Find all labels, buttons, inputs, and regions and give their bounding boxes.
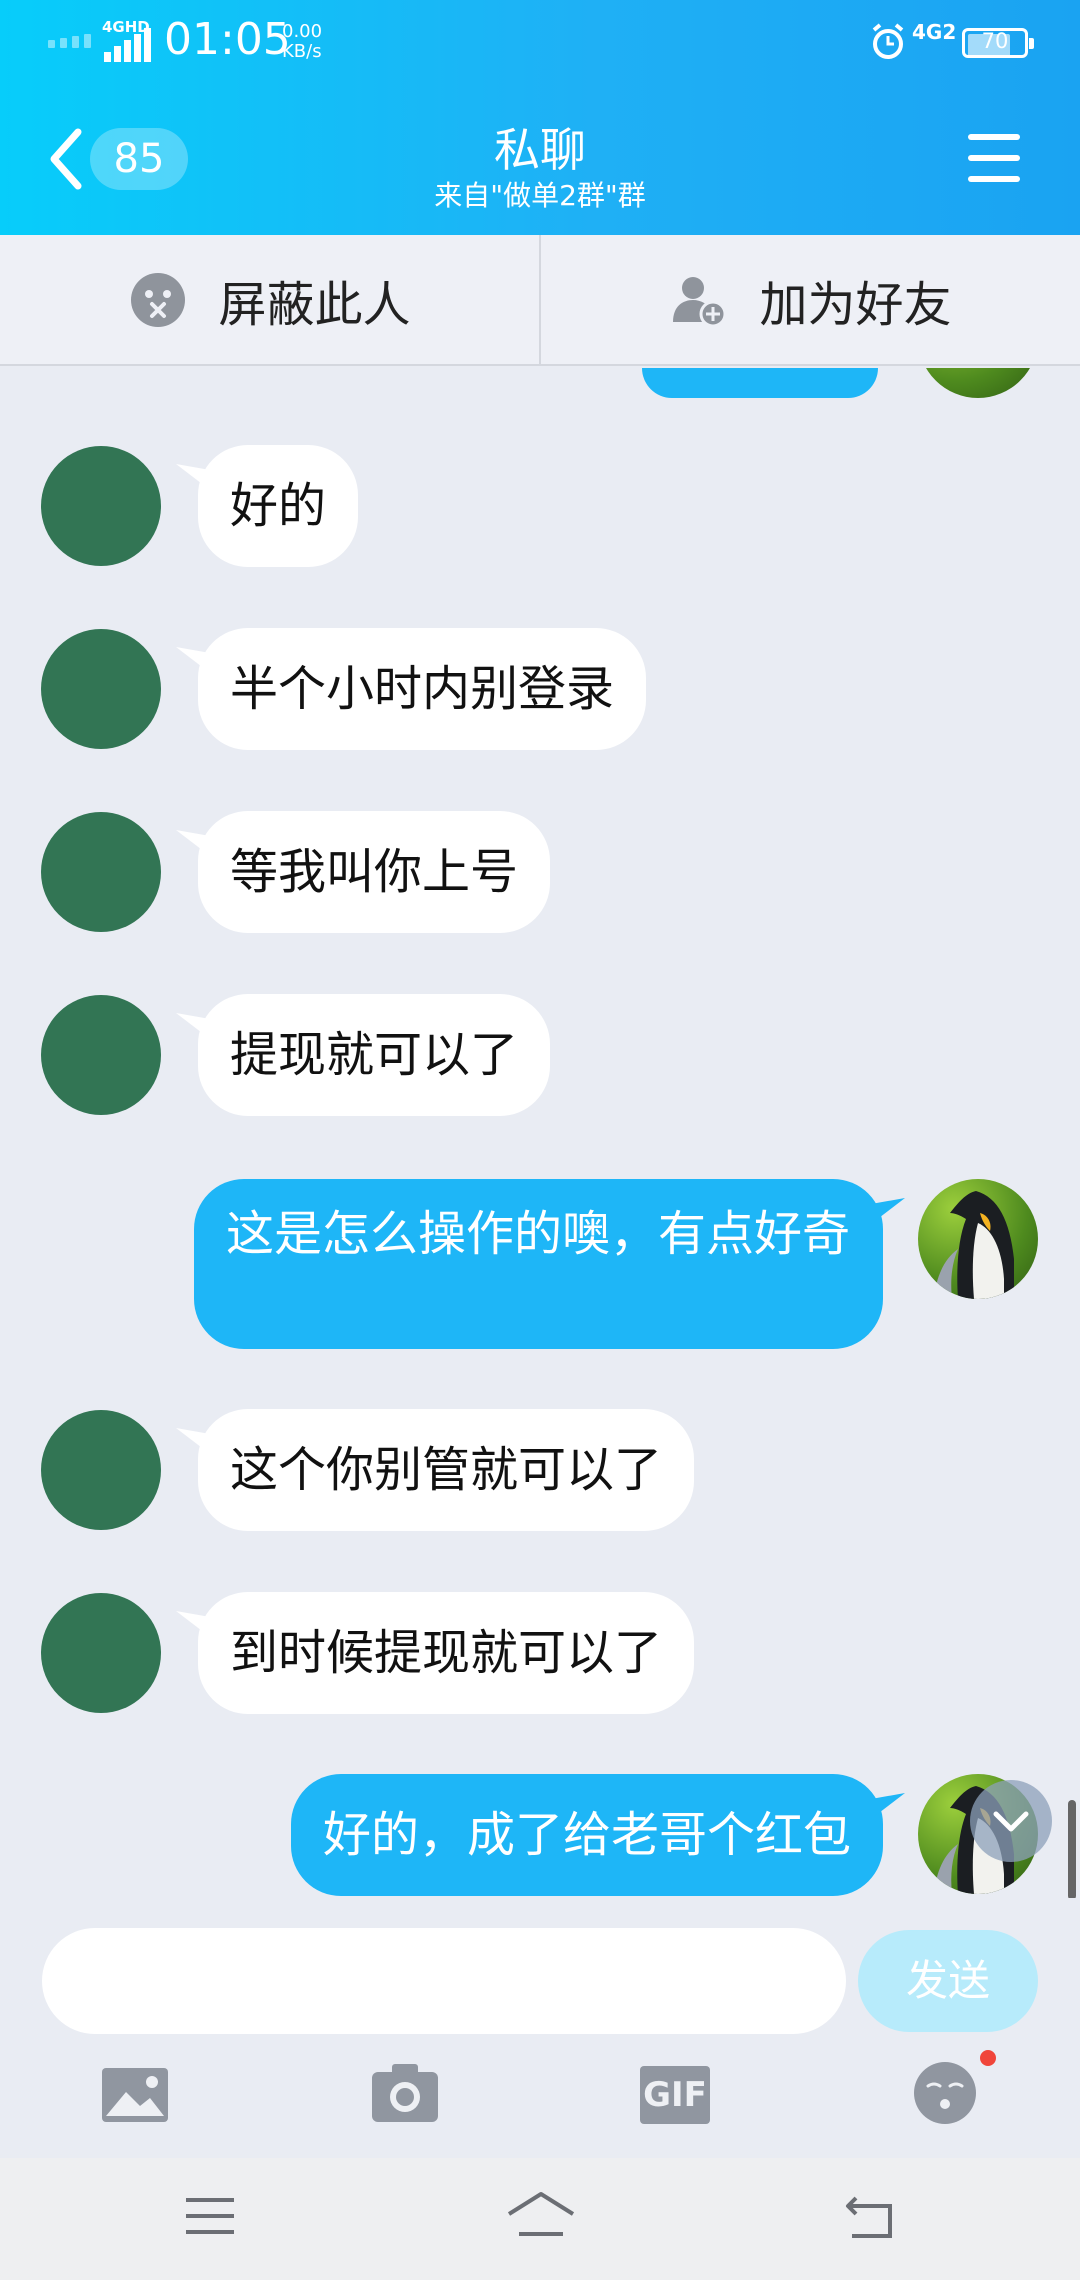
home-icon[interactable] xyxy=(505,2190,577,2240)
network-speed-value: 0.00 xyxy=(282,21,323,42)
alarm-icon xyxy=(872,23,904,59)
sender-avatar[interactable] xyxy=(41,1410,161,1530)
message-bubble[interactable]: 到时候提现就可以了 xyxy=(198,1592,695,1714)
network-speed: 0.00 KB/s xyxy=(282,22,322,62)
sender-avatar[interactable] xyxy=(41,995,161,1115)
system-navigation-bar xyxy=(0,2158,1080,2280)
sender-avatar[interactable] xyxy=(41,812,161,932)
message-list[interactable]: 好的 半个小时内别登录 等我叫你上号 提现就可以了 这是怎么操作的噢，有点好奇 … xyxy=(0,368,1080,1898)
penguin-avatar-icon xyxy=(934,1191,1014,1299)
clock: 01:05 xyxy=(164,14,291,65)
header: 4GHD 01:05 0.00 KB/s 4G2 70 85 私聊 来自"做单2… xyxy=(0,0,1080,235)
my-avatar[interactable] xyxy=(918,368,1038,398)
recent-apps-icon[interactable] xyxy=(184,2194,236,2238)
message-bubble[interactable]: 提现就可以了 xyxy=(198,994,551,1116)
message-bubble[interactable]: 这个你别管就可以了 xyxy=(198,1409,695,1531)
emoji-icon[interactable] xyxy=(912,2060,978,2126)
network-speed-unit: KB/s xyxy=(282,41,322,62)
page-subtitle: 来自"做单2群"群 xyxy=(434,179,646,212)
back-nav-icon[interactable] xyxy=(842,2194,894,2242)
block-user-label: 屏蔽此人 xyxy=(218,276,411,333)
page-title: 私聊 xyxy=(494,123,586,177)
sender-avatar[interactable] xyxy=(41,446,161,566)
block-user-button[interactable]: 屏蔽此人 xyxy=(0,235,541,364)
message-input[interactable] xyxy=(42,1928,846,2034)
gif-label: GIF xyxy=(640,2066,710,2124)
gif-icon[interactable]: GIF xyxy=(640,2066,710,2124)
network-type-label: 4GHD xyxy=(102,18,150,36)
message-bubble-partial xyxy=(642,368,878,398)
scroll-to-bottom-button[interactable] xyxy=(970,1780,1052,1862)
message-bubble[interactable]: 好的 xyxy=(198,445,359,567)
add-friend-button[interactable]: 加为好友 xyxy=(541,235,1080,364)
battery-icon: 70 xyxy=(962,28,1034,58)
my-avatar[interactable] xyxy=(918,1179,1038,1299)
message-bubble[interactable]: 半个小时内别登录 xyxy=(198,628,647,750)
status-bar: 4GHD 01:05 0.00 KB/s 4G2 70 xyxy=(0,0,1080,84)
add-person-icon xyxy=(673,276,727,327)
sender-avatar[interactable] xyxy=(41,1593,161,1713)
hamburger-menu-icon[interactable] xyxy=(968,134,1024,182)
message-bubble-mine[interactable]: 好的，成了给老哥个红包 xyxy=(290,1774,883,1896)
battery-level: 70 xyxy=(981,29,1009,53)
sender-avatar[interactable] xyxy=(41,629,161,749)
camera-icon[interactable] xyxy=(370,2062,440,2124)
chevron-down-icon xyxy=(993,1811,1029,1832)
message-bubble-mine[interactable]: 这是怎么操作的噢，有点好奇 xyxy=(194,1179,883,1349)
blocked-face-icon xyxy=(131,272,186,327)
action-bar: 屏蔽此人 加为好友 xyxy=(0,235,1080,366)
send-button[interactable]: 发送 xyxy=(858,1930,1038,2032)
message-bubble[interactable]: 等我叫你上号 xyxy=(198,811,551,933)
new-emoji-indicator xyxy=(980,2050,996,2066)
input-area: 发送 GIF xyxy=(0,1898,1080,2158)
scrollbar[interactable] xyxy=(1068,1800,1076,1900)
network-type-right: 4G2 xyxy=(912,20,957,44)
add-friend-label: 加为好友 xyxy=(759,276,952,333)
sim1-signal-icon xyxy=(48,34,91,48)
image-icon[interactable] xyxy=(100,2066,170,2124)
